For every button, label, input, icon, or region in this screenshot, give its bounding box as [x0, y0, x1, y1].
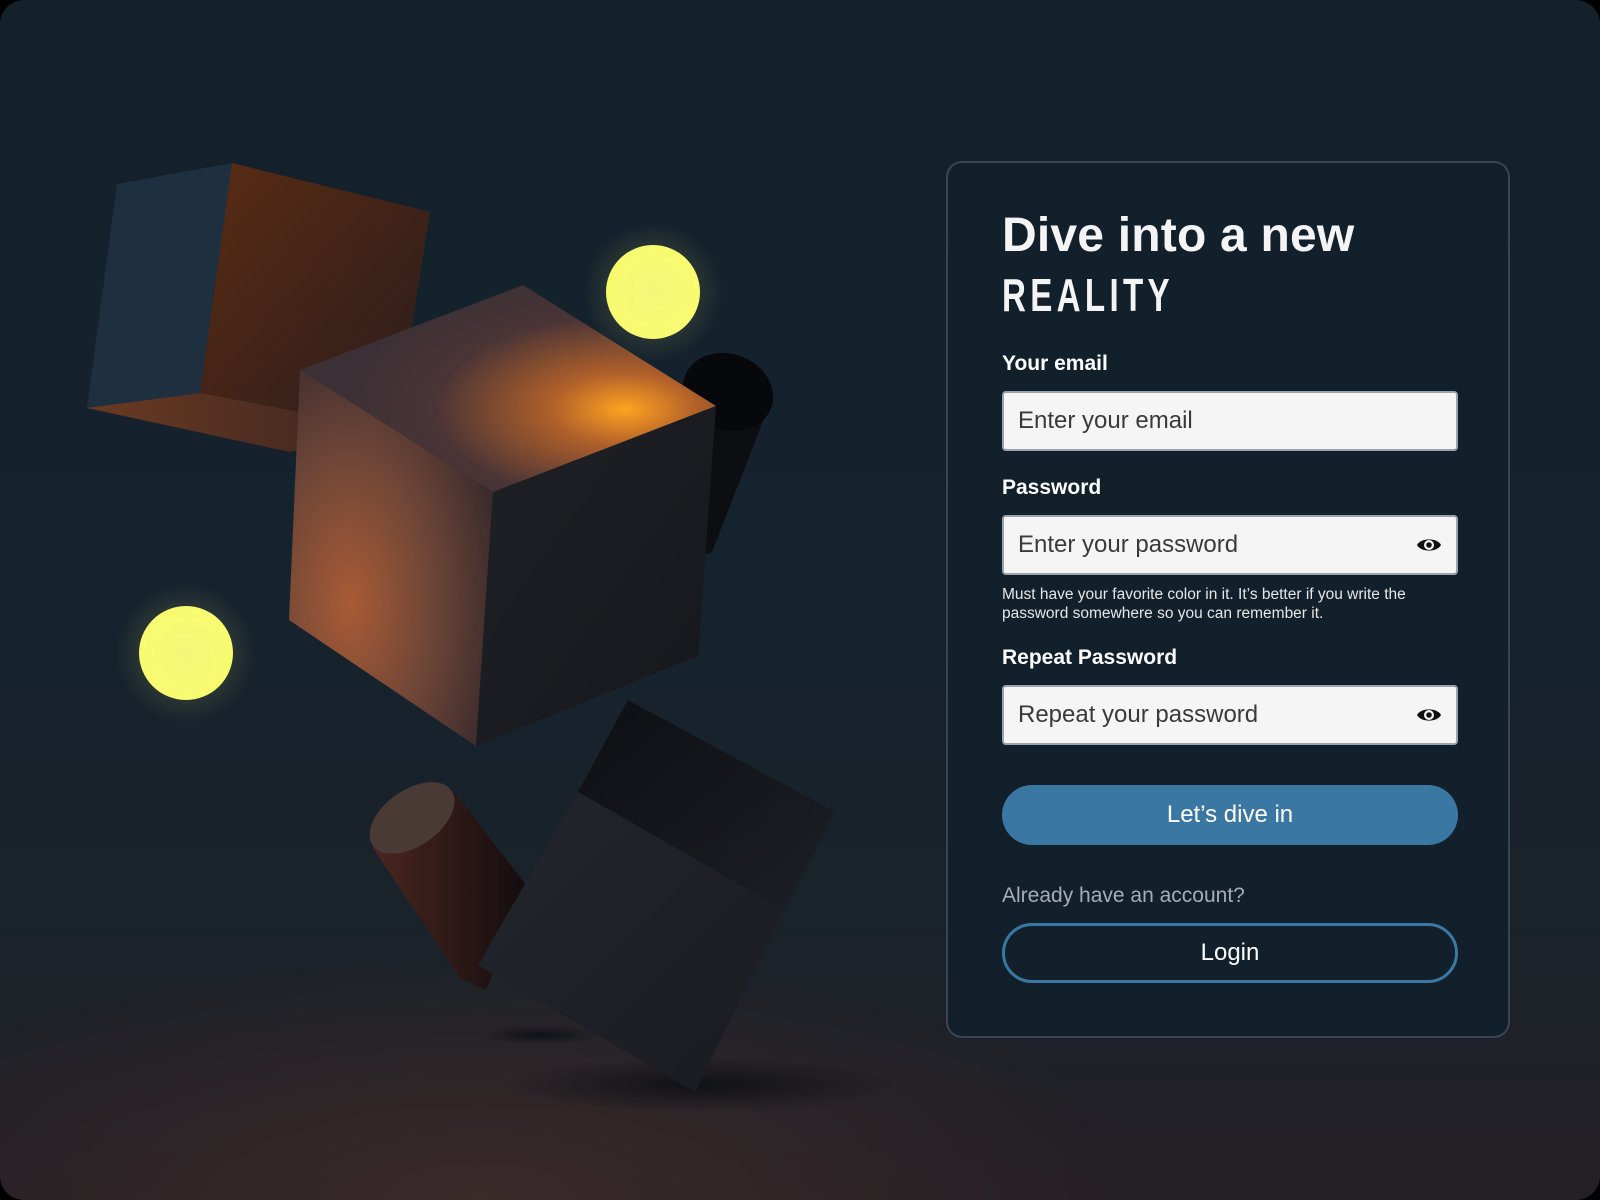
- page-title: Dive into a new: [1002, 209, 1355, 262]
- email-field-container: [1002, 391, 1458, 451]
- glowing-orb-top: [606, 245, 700, 339]
- password-label: Password: [1002, 476, 1102, 499]
- eye-icon[interactable]: [1416, 534, 1442, 556]
- glowing-orb-left: [139, 606, 233, 700]
- password-field-container: [1002, 515, 1458, 575]
- login-prompt: Already have an account?: [1002, 884, 1245, 907]
- signup-screen: Dive into a new REALITY Your email Passw…: [0, 0, 1600, 1200]
- repeat-password-field-container: [1002, 685, 1458, 745]
- repeat-password-label: Repeat Password: [1002, 646, 1178, 669]
- page-subtitle: REALITY: [1002, 269, 1174, 321]
- signup-submit-button[interactable]: Let’s dive in: [1002, 785, 1458, 845]
- email-label: Your email: [1002, 352, 1108, 375]
- password-field[interactable]: [1004, 517, 1456, 573]
- repeat-password-field[interactable]: [1004, 687, 1456, 743]
- signup-form: Your email Password Must have your favor…: [1002, 351, 1458, 845]
- password-hint: Must have your favorite color in it. It’…: [1002, 586, 1406, 622]
- email-field[interactable]: [1004, 393, 1456, 449]
- signup-card: Dive into a new REALITY Your email Passw…: [946, 161, 1510, 1038]
- hero-illustration: [0, 0, 900, 1200]
- login-button[interactable]: Login: [1002, 923, 1458, 983]
- floating-shapes-illustration: [87, 163, 900, 1113]
- eye-icon[interactable]: [1416, 704, 1442, 726]
- floor-shadow-small: [480, 1025, 600, 1045]
